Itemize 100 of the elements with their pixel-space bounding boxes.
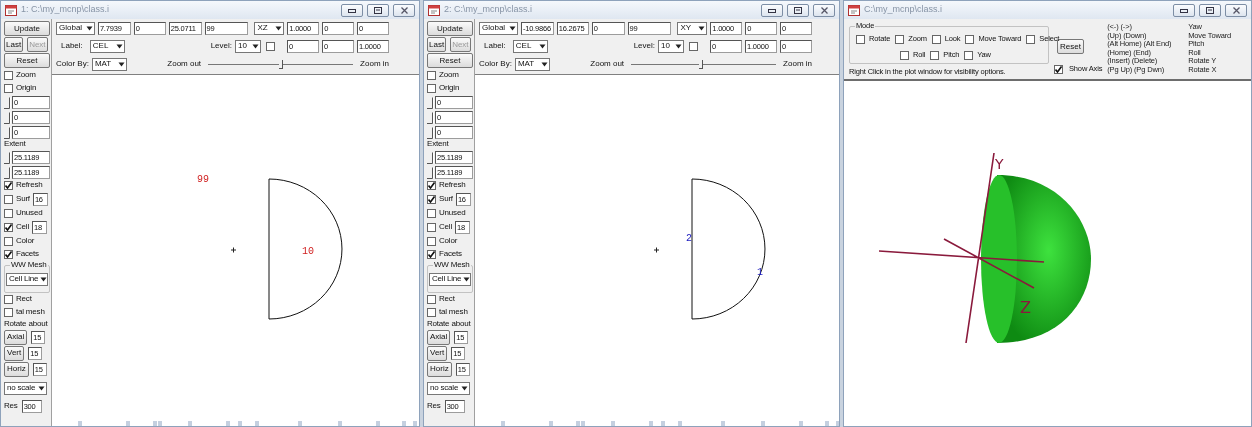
checkbox[interactable]	[427, 237, 436, 247]
checkbox[interactable]	[856, 34, 865, 44]
slider-thumb-icon[interactable]	[4, 97, 12, 109]
checkbox-label: tal mesh	[16, 308, 45, 318]
checkbox[interactable]	[4, 70, 13, 80]
checkbox[interactable]	[4, 308, 13, 318]
app-icon	[428, 4, 440, 16]
checkbox-label: Origin	[16, 83, 37, 93]
slider-thumb-icon[interactable]	[427, 151, 435, 164]
field-label: Label:	[61, 42, 83, 51]
slider-thumb-icon[interactable]	[427, 97, 435, 109]
dropdown[interactable]: Cell Line	[429, 272, 471, 286]
side-button[interactable]: Last	[427, 37, 447, 52]
slider-thumb-icon[interactable]	[4, 112, 12, 124]
checkbox[interactable]	[427, 209, 436, 219]
dropdown[interactable]: 10	[658, 40, 684, 53]
zoom-slider[interactable]	[208, 60, 354, 69]
checkbox[interactable]	[427, 250, 436, 260]
checkbox[interactable]	[427, 295, 436, 305]
checkbox[interactable]	[266, 42, 275, 51]
app-icon	[5, 4, 17, 16]
minimize-icon	[1180, 7, 1188, 13]
zoom-slider[interactable]	[631, 60, 777, 69]
minimize-button[interactable]	[341, 3, 363, 17]
side-button[interactable]: Vert	[4, 345, 25, 361]
minimize-button[interactable]	[1173, 3, 1195, 17]
checkbox[interactable]	[427, 181, 436, 191]
side-button[interactable]: Axial	[4, 329, 28, 345]
checkbox[interactable]	[4, 250, 13, 260]
checkbox[interactable]	[4, 237, 13, 247]
checkbox-label: Facets	[16, 250, 39, 260]
checkbox[interactable]	[4, 295, 13, 305]
dropdown[interactable]: Global	[56, 22, 95, 35]
checkbox[interactable]	[895, 34, 905, 44]
checkbox[interactable]	[930, 50, 940, 60]
dropdown[interactable]: XY	[677, 22, 708, 35]
checkbox[interactable]	[427, 70, 436, 80]
dropdown[interactable]: XZ	[254, 22, 285, 35]
checkbox[interactable]	[427, 223, 436, 233]
dropdown[interactable]: MAT	[91, 58, 127, 71]
crosshair-icon	[230, 247, 237, 253]
checkbox[interactable]	[4, 209, 13, 219]
close-button[interactable]	[393, 3, 415, 17]
checkbox[interactable]	[4, 195, 13, 205]
close-icon	[820, 6, 828, 14]
maximize-icon	[794, 6, 802, 14]
side-button[interactable]: Horiz	[427, 361, 452, 377]
checkbox[interactable]	[1054, 64, 1063, 74]
crosshair-icon	[653, 247, 660, 253]
maximize-button[interactable]	[367, 3, 389, 17]
side-button[interactable]: Update	[427, 21, 473, 36]
close-button[interactable]	[813, 3, 835, 17]
checkbox-label: Color	[439, 237, 458, 247]
side-button[interactable]: Axial	[427, 329, 451, 345]
checkbox[interactable]	[427, 83, 436, 93]
close-button[interactable]	[1225, 3, 1247, 17]
dropdown[interactable]: MAT	[514, 58, 550, 71]
slider-thumb-icon[interactable]	[427, 127, 435, 139]
field-label: Res	[427, 401, 441, 411]
dropdown[interactable]: Global	[479, 22, 518, 35]
slider-thumb-icon[interactable]	[4, 127, 12, 139]
checkbox[interactable]	[689, 42, 698, 51]
group-label: WW Mesh	[433, 260, 471, 270]
checkbox[interactable]	[900, 50, 909, 60]
dropdown[interactable]: CEL	[89, 40, 125, 53]
window-title: C:\my_mcnp\class.i	[864, 5, 943, 15]
slider-thumb-icon[interactable]	[4, 166, 12, 179]
side-button[interactable]: Reset	[427, 53, 473, 68]
checkbox[interactable]	[965, 34, 975, 44]
maximize-button[interactable]	[1199, 3, 1221, 17]
side-button[interactable]: Horiz	[4, 361, 29, 377]
minimize-icon	[768, 7, 776, 13]
side-button[interactable]: Vert	[427, 345, 448, 361]
checkbox[interactable]	[1026, 34, 1036, 44]
checkbox[interactable]	[4, 181, 13, 191]
section-label: Rotate about	[4, 319, 49, 329]
dropdown[interactable]: Cell Line	[6, 272, 48, 286]
minimize-button[interactable]	[761, 3, 783, 17]
dropdown[interactable]: no scale	[427, 381, 470, 395]
caret-icon	[38, 385, 45, 391]
checkbox[interactable]	[964, 50, 974, 60]
checkbox-label: Refresh	[16, 181, 43, 191]
dropdown[interactable]: 10	[235, 40, 261, 53]
checkbox[interactable]	[4, 223, 13, 233]
side-button[interactable]: Last	[4, 37, 24, 52]
checkbox[interactable]	[4, 83, 13, 93]
app-icon	[848, 4, 860, 16]
maximize-icon	[374, 6, 382, 14]
slider-thumb-icon[interactable]	[427, 166, 435, 179]
maximize-button[interactable]	[787, 3, 809, 17]
dropdown[interactable]: no scale	[4, 381, 47, 395]
checkbox[interactable]	[427, 195, 436, 205]
checkbox[interactable]	[931, 34, 941, 44]
caret-icon	[538, 44, 546, 49]
side-button[interactable]: Reset	[4, 53, 50, 68]
dropdown[interactable]: CEL	[512, 40, 548, 53]
slider-thumb-icon[interactable]	[427, 112, 435, 124]
side-button[interactable]: Update	[4, 21, 50, 36]
checkbox[interactable]	[427, 308, 436, 318]
slider-thumb-icon[interactable]	[4, 151, 12, 164]
